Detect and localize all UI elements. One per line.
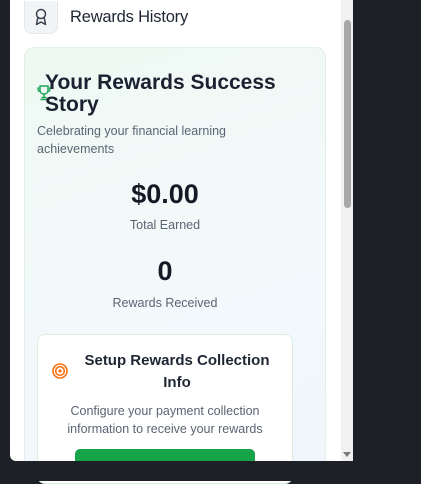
bottom-backdrop — [0, 461, 421, 481]
panel-header: Rewards History — [24, 0, 188, 34]
rewards-story-subtitle: Celebrating your financial learning achi… — [37, 124, 227, 156]
rewards-story-title: Your Rewards Success Story — [45, 71, 276, 116]
setup-collection-description: Configure your payment collection inform… — [67, 404, 263, 436]
total-earned-value: $0.00 — [131, 179, 199, 209]
scrollbar-thumb[interactable] — [344, 20, 351, 208]
award-icon — [24, 0, 58, 34]
rewards-received-label: Rewards Received — [112, 296, 218, 310]
setup-collection-title: Setup Rewards Collection Info — [84, 352, 270, 391]
scroll-down-arrow-icon[interactable] — [343, 452, 351, 457]
total-earned-label: Total Earned — [129, 218, 201, 232]
rewards-received-value: 0 — [157, 256, 173, 286]
target-icon — [52, 363, 68, 379]
page-title: Rewards History — [70, 7, 189, 26]
